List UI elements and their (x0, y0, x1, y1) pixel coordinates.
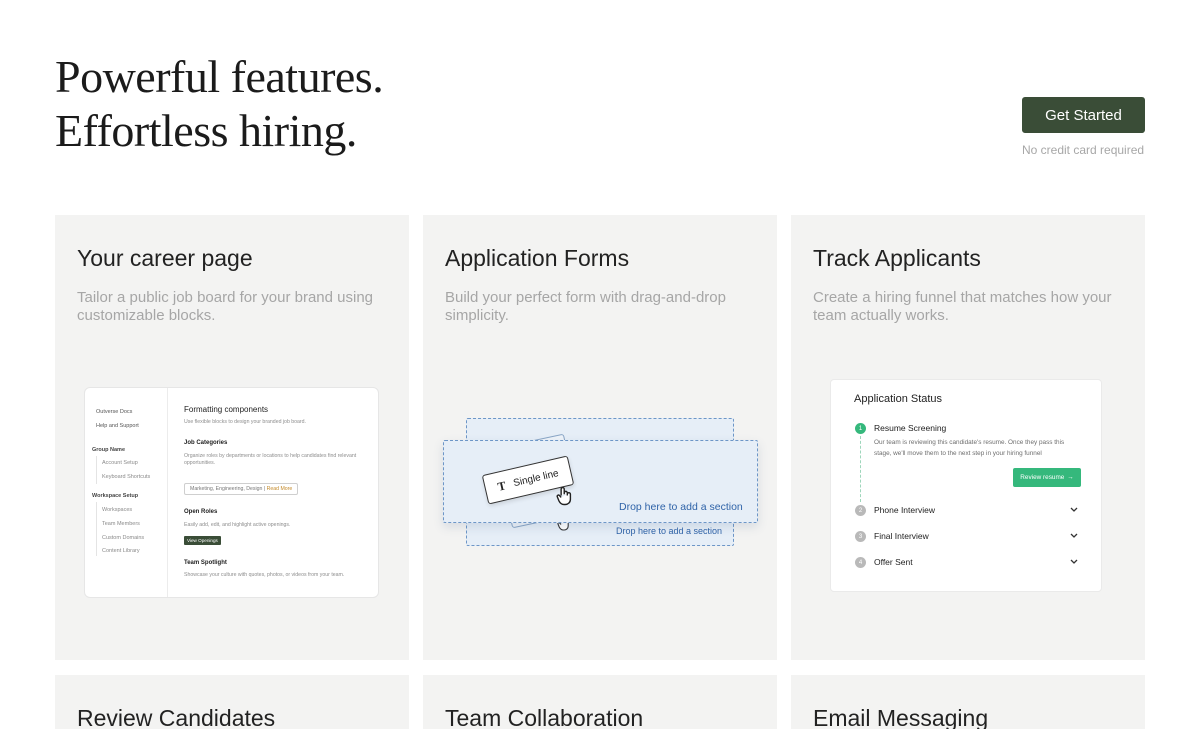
feature-card-application-forms: Application Forms Build your perfect for… (423, 215, 777, 660)
card-title: Track Applicants (813, 245, 981, 271)
view-openings-button[interactable]: View Openings (184, 536, 221, 545)
sidebar-item-keyboard-shortcuts: Keyboard Shortcuts (102, 474, 151, 480)
sidebar-item-workspaces: Workspaces (102, 507, 133, 513)
step-name-final-interview[interactable]: Final Interview (874, 531, 929, 541)
formatting-description: Use flexible blocks to design your brand… (184, 419, 306, 425)
get-started-button[interactable]: Get Started (1022, 97, 1145, 133)
tags-value: Marketing, Engineering, Design (190, 486, 263, 492)
sidebar-item-team-members: Team Members (102, 521, 140, 527)
team-spotlight-description: Showcase your culture with quotes, photo… (184, 572, 345, 578)
hero-title-line-2: Effortless hiring. (55, 105, 357, 156)
chip-label: Single line (512, 467, 560, 489)
step-connector (860, 436, 861, 502)
feature-card-track-applicants: Track Applicants Create a hiring funnel … (791, 215, 1145, 660)
sidebar-item-help: Help and Support (96, 423, 139, 429)
review-resume-button[interactable]: Review resume → (1013, 468, 1081, 487)
feature-card-team-collaboration: Team Collaboration (423, 675, 777, 729)
sidebar-item-custom-domains: Custom Domains (102, 535, 145, 541)
card-description: Create a hiring funnel that matches how … (813, 289, 1112, 324)
step-description: Our team is reviewing this candidate's r… (874, 439, 1065, 457)
hand-grab-cursor-icon (556, 486, 572, 506)
step-number-2: 2 (855, 505, 866, 516)
feature-card-email-messaging: Email Messaging (791, 675, 1145, 729)
card-title: Application Forms (445, 245, 630, 271)
step-name-offer-sent[interactable]: Offer Sent (874, 557, 913, 567)
sidebar-tree-line (96, 456, 97, 484)
hero-title: Powerful features. Effortless hiring. (55, 50, 384, 158)
application-status-title: Application Status (854, 393, 943, 405)
job-categories-heading: Job Categories (184, 440, 228, 446)
drop-zone-back-label: Drop here to add a section (616, 526, 723, 536)
review-resume-label: Review resume (1020, 474, 1065, 481)
step-name-phone-interview[interactable]: Phone Interview (874, 505, 935, 515)
text-field-icon: T (496, 477, 508, 494)
card-title: Email Messaging (813, 705, 989, 729)
step-number-1: 1 (855, 423, 866, 434)
application-status-panel: Application Status 1 Resume Screening Ou… (830, 379, 1102, 592)
cta-note: No credit card required (1022, 143, 1145, 157)
hero-title-line-1: Powerful features. (55, 51, 384, 102)
sidebar-group-workspace-setup: Workspace Setup (92, 493, 139, 499)
job-categories-input[interactable]: Marketing, Engineering, Design | Read Mo… (184, 483, 299, 495)
sidebar-item-content-library: Content Library (102, 548, 140, 554)
card-description: Tailor a public job board for your brand… (77, 289, 374, 324)
card-description: Build your perfect form with drag-and-dr… (445, 289, 726, 324)
feature-card-career-page: Your career page Tailor a public job boa… (55, 215, 409, 660)
card-title: Team Collaboration (445, 705, 644, 729)
drop-zone-front-label: Drop here to add a section (619, 501, 743, 513)
read-more-link[interactable]: Read More (267, 486, 293, 492)
job-categories-description: Organize roles by departments or locatio… (184, 453, 357, 466)
career-page-preview: Outverse Docs Help and Support Group Nam… (84, 387, 379, 598)
open-roles-heading: Open Roles (184, 509, 218, 515)
sidebar-group-name: Group Name (92, 447, 126, 453)
card-title: Your career page (77, 245, 253, 271)
feature-card-review-candidates: Review Candidates (55, 675, 409, 729)
sidebar-item-docs: Outverse Docs (96, 409, 133, 415)
chevron-down-icon[interactable] (1070, 507, 1078, 513)
docs-sidebar: Outverse Docs Help and Support Group Nam… (85, 388, 168, 597)
open-roles-description: Easily add, edit, and highlight active o… (184, 522, 291, 528)
step-number-3: 3 (855, 531, 866, 542)
team-spotlight-heading: Team Spotlight (184, 560, 227, 566)
arrow-right-icon: → (1067, 474, 1074, 481)
sidebar-tree-line (96, 502, 97, 556)
sidebar-item-account-setup: Account Setup (102, 460, 138, 466)
step-number-4: 4 (855, 557, 866, 568)
formatting-heading: Formatting components (184, 405, 269, 414)
step-name-resume-screening[interactable]: Resume Screening (874, 423, 946, 433)
card-title: Review Candidates (77, 705, 276, 729)
chevron-down-icon[interactable] (1070, 559, 1078, 565)
chevron-down-icon[interactable] (1070, 533, 1078, 539)
